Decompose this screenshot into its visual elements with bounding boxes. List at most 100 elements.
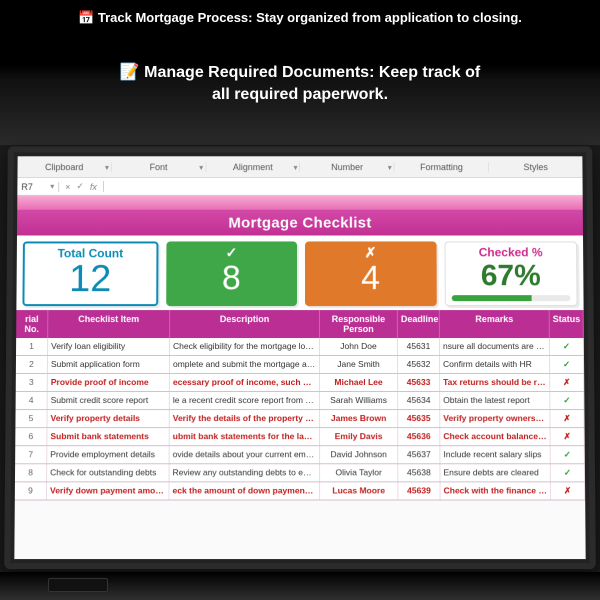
chevron-down-icon[interactable]: ▾ — [50, 182, 54, 191]
cell-remarks: Check account balance history — [440, 428, 550, 445]
cell-item: Provide employment details — [47, 446, 169, 463]
status-ok-icon: ✓ — [551, 464, 585, 481]
ribbon-group-font[interactable]: Font▾ — [112, 162, 206, 172]
table-row[interactable]: 9Verify down payment amounteck the amoun… — [15, 482, 585, 500]
cell-deadline: 45634 — [398, 392, 440, 409]
dialog-launcher-icon[interactable]: ▾ — [199, 163, 203, 172]
cell-person: Lucas Moore — [320, 482, 398, 499]
dialog-launcher-icon[interactable]: ▾ — [294, 163, 298, 172]
monitor-bezel: Clipboard▾ Font▾ Alignment▾ Number▾ Form… — [4, 146, 596, 569]
status-ok-icon: ✓ — [550, 392, 584, 409]
header-deadline[interactable]: Deadline — [398, 310, 440, 338]
cell-item: Submit credit score report — [48, 392, 170, 409]
cell-remarks: Include recent salary slips — [440, 446, 550, 463]
cell-serial: 7 — [15, 446, 47, 463]
ribbon-group-formatting[interactable]: Formatting — [395, 162, 489, 172]
cell-serial: 8 — [15, 464, 47, 481]
cell-person: Michael Lee — [320, 374, 398, 391]
cell-deadline: 45637 — [398, 446, 440, 463]
table-row[interactable]: 7Provide employment detailsovide details… — [15, 446, 585, 464]
status-no-icon: ✗ — [550, 410, 584, 427]
cell-deadline: 45636 — [398, 428, 440, 445]
promo-line-1: 📅 Track Mortgage Process: Stay organized… — [12, 8, 588, 26]
ribbon-group-number[interactable]: Number▾ — [300, 162, 394, 172]
sheet-title: Mortgage Checklist — [17, 210, 583, 236]
cell-remarks: Confirm details with HR — [440, 356, 550, 373]
cell-person: Emily Davis — [320, 428, 398, 445]
cell-item: Submit bank statements — [47, 428, 169, 445]
cell-person: Sarah Williams — [320, 392, 398, 409]
cell-person: James Brown — [320, 410, 398, 427]
cell-serial: 9 — [15, 482, 47, 499]
header-person[interactable]: Responsible Person — [320, 310, 398, 338]
cell-serial: 2 — [16, 356, 48, 373]
cell-description: Check eligibility for the mortgage loan. — [170, 338, 320, 355]
status-ok-icon: ✓ — [551, 446, 585, 463]
table-row[interactable]: 3Provide proof of incomeecessary proof o… — [16, 374, 585, 392]
cell-deadline: 45633 — [398, 374, 440, 391]
table-row[interactable]: 6Submit bank statementsubmit bank statem… — [15, 428, 584, 446]
ribbon-groups: Clipboard▾ Font▾ Alignment▾ Number▾ Form… — [17, 156, 582, 178]
cell-item: Verify property details — [47, 410, 169, 427]
card-pending: ✗ 4 — [305, 241, 436, 306]
app-screen: Clipboard▾ Font▾ Alignment▾ Number▾ Form… — [14, 156, 585, 559]
cell-description: eck the amount of down payment required … — [169, 482, 320, 499]
cell-description: ecessary proof of income, such as pay st… — [170, 374, 320, 391]
header-item[interactable]: Checklist Item — [48, 310, 170, 338]
cell-description: ovide details about your current employm… — [170, 446, 320, 463]
cell-remarks: Ensure debts are cleared — [440, 464, 550, 481]
scene-floor — [0, 572, 600, 600]
table-body: 1Verify loan eligibilityCheck eligibilit… — [15, 338, 585, 500]
stat-cards-row: Total Count 12 ✓ 8 ✗ 4 Checked % 67% — [16, 236, 583, 311]
table-row[interactable]: 5Verify property detailsVerify the detai… — [15, 410, 584, 428]
cell-deadline: 45639 — [398, 482, 440, 499]
card-total-count: Total Count 12 — [22, 241, 158, 306]
promo-line-2: 📝 Manage Required Documents: Keep track … — [12, 62, 588, 105]
card-completed-value: 8 — [172, 261, 291, 295]
accept-entry-icon[interactable]: ✓ — [76, 181, 84, 192]
cell-item: Provide proof of income — [48, 374, 170, 391]
name-box[interactable]: R7 ▾ — [17, 182, 59, 192]
cell-person: John Doe — [320, 338, 398, 355]
header-status[interactable]: Status — [550, 310, 584, 338]
progress-bar — [451, 295, 570, 301]
cell-deadline: 45632 — [398, 356, 440, 373]
status-ok-icon: ✓ — [550, 356, 584, 373]
status-ok-icon: ✓ — [550, 338, 584, 355]
cell-serial: 3 — [16, 374, 48, 391]
cell-deadline: 45638 — [398, 464, 440, 481]
cancel-entry-icon[interactable]: × — [65, 182, 70, 192]
card-pending-value: 4 — [311, 261, 430, 295]
fx-label[interactable]: fx — [90, 182, 97, 192]
ribbon-group-styles[interactable]: Styles — [489, 162, 582, 172]
cell-description: Review any outstanding debts to ensure e… — [170, 464, 321, 481]
status-no-icon: ✗ — [551, 482, 585, 499]
floor-vent — [48, 578, 108, 592]
formula-bar: R7 ▾ × ✓ fx — [17, 178, 582, 196]
header-desc[interactable]: Description — [170, 310, 320, 338]
sheet-title-text: Mortgage Checklist — [228, 214, 371, 231]
name-box-value: R7 — [21, 182, 33, 192]
dialog-launcher-icon[interactable]: ▾ — [105, 163, 109, 172]
card-total-value: 12 — [30, 260, 149, 298]
memo-icon: 📝 — [120, 64, 140, 81]
table-row[interactable]: 4Submit credit score reportle a recent c… — [16, 392, 585, 410]
promo-line-2b: all required paperwork. — [212, 86, 388, 103]
header-serial[interactable]: rial No. — [16, 310, 48, 338]
cell-remarks: Check with the finance team — [441, 482, 552, 499]
cell-deadline: 45631 — [398, 338, 440, 355]
progress-bar-fill — [451, 295, 531, 301]
table-row[interactable]: 1Verify loan eligibilityCheck eligibilit… — [16, 338, 584, 356]
dialog-launcher-icon[interactable]: ▾ — [388, 163, 392, 172]
cell-person: David Johnson — [320, 446, 398, 463]
ribbon-group-clipboard[interactable]: Clipboard▾ — [18, 162, 112, 172]
card-pct-value: 67% — [451, 259, 570, 292]
cell-item: Check for outstanding debts — [47, 464, 170, 481]
table-row[interactable]: 8Check for outstanding debtsReview any o… — [15, 464, 585, 482]
cell-remarks: Obtain the latest report — [440, 392, 550, 409]
status-no-icon: ✗ — [551, 428, 585, 445]
table-row[interactable]: 2Submit application formomplete and subm… — [16, 356, 584, 374]
ribbon-group-alignment[interactable]: Alignment▾ — [206, 162, 300, 172]
header-remarks[interactable]: Remarks — [440, 310, 550, 338]
promo-banner: 📅 Track Mortgage Process: Stay organized… — [0, 0, 600, 145]
